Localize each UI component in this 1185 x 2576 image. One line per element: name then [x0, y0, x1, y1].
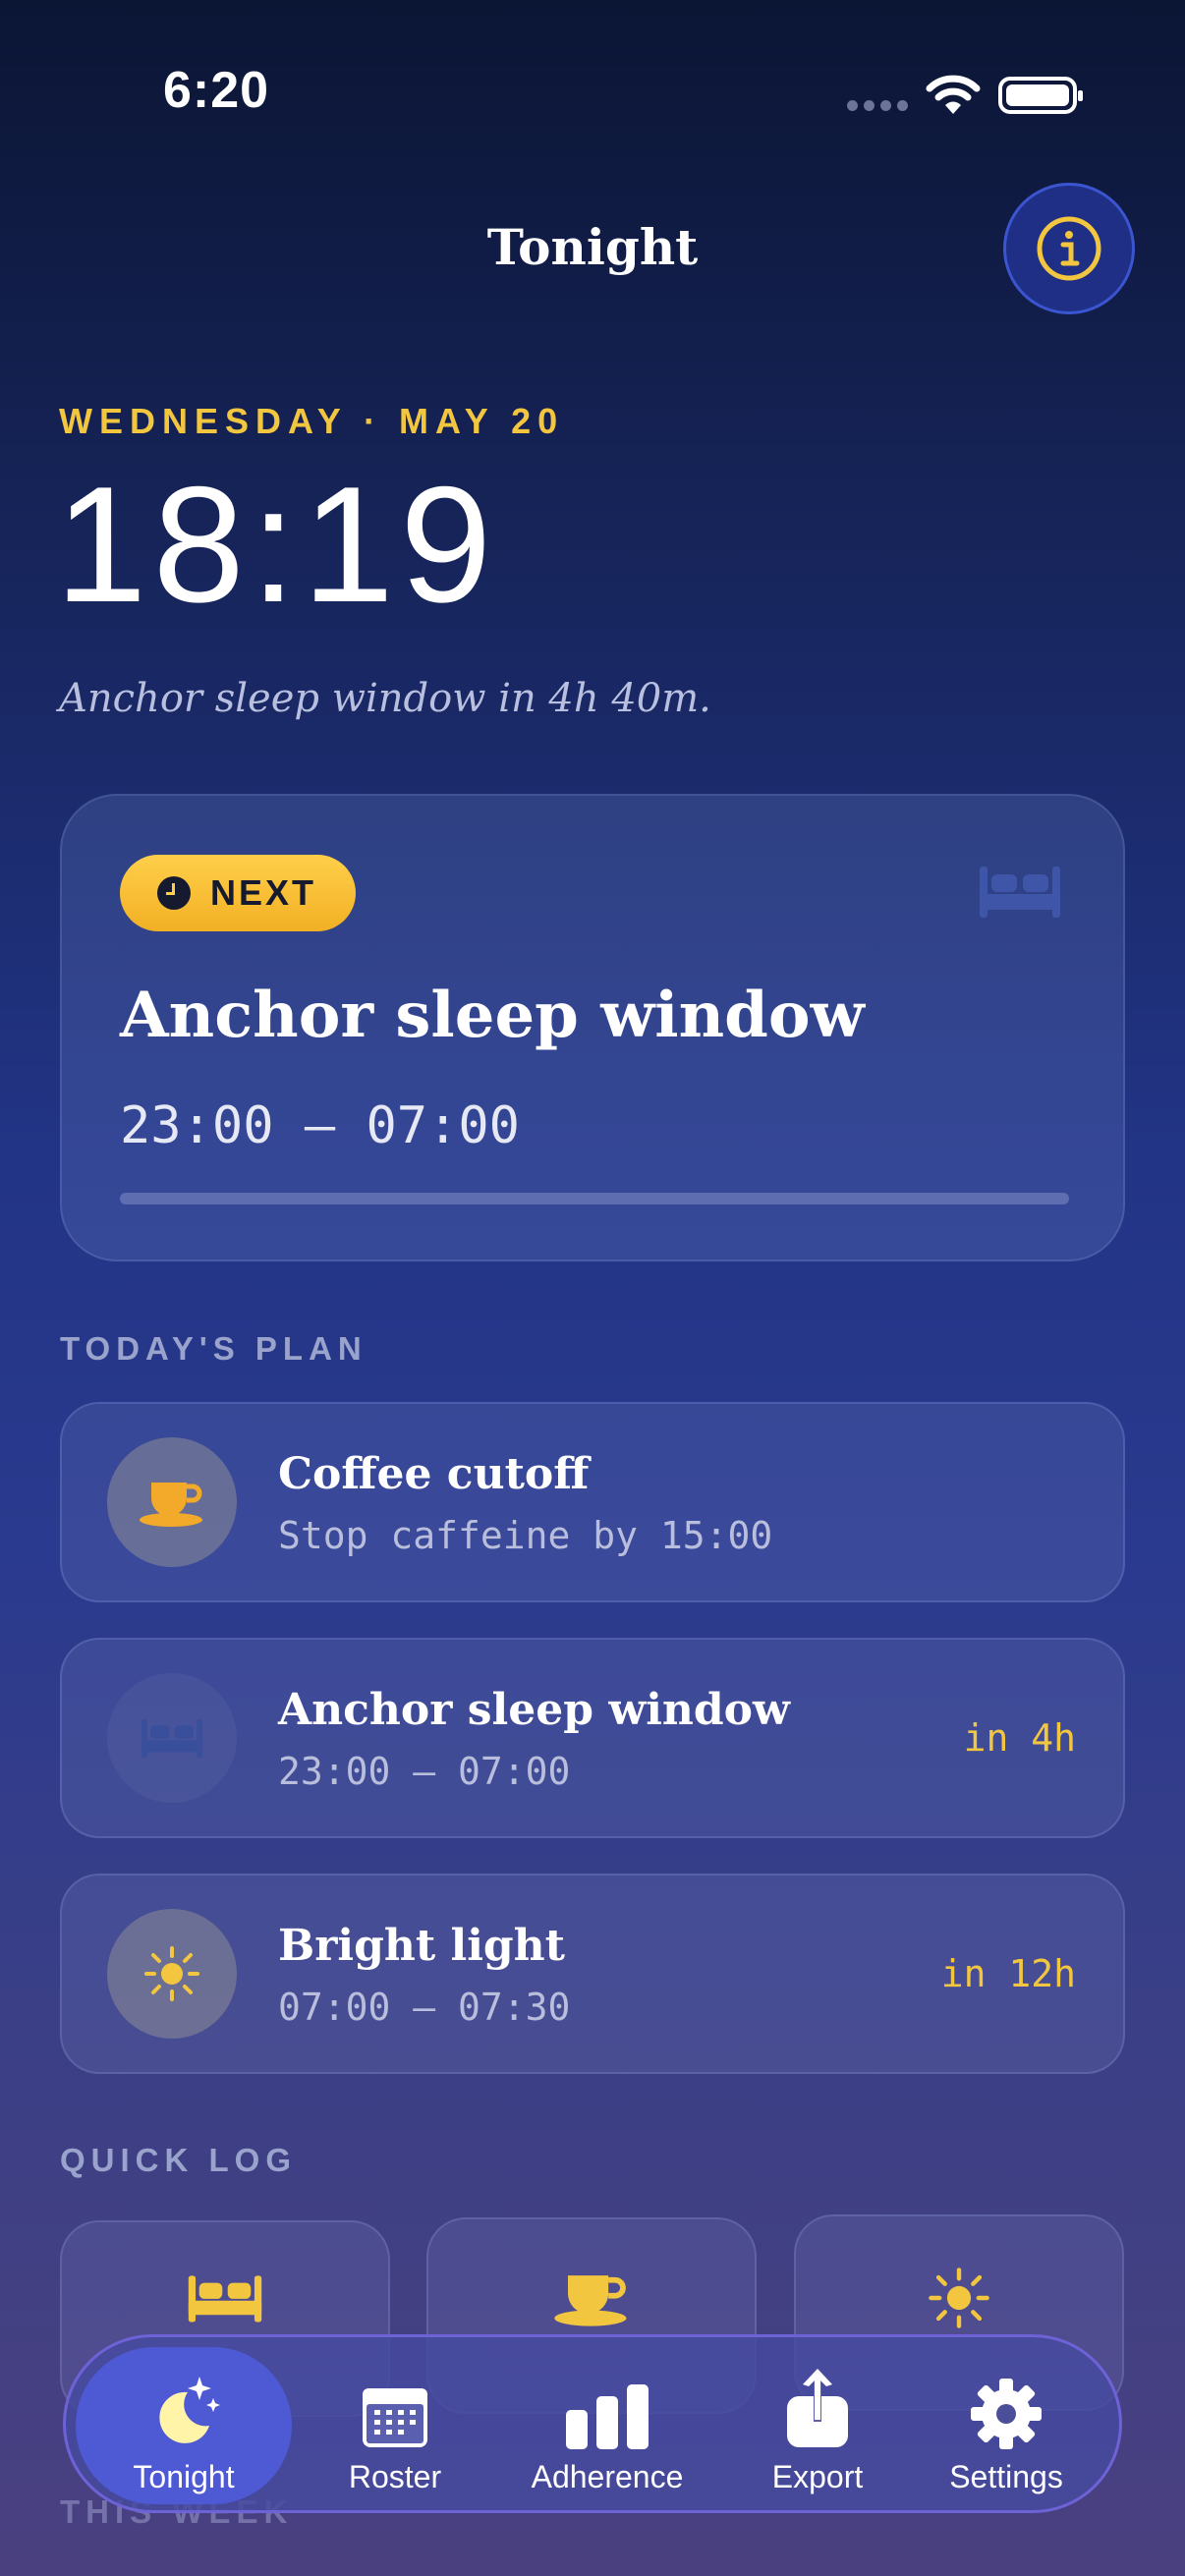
sun-icon	[796, 2266, 1122, 2330]
info-button[interactable]	[1003, 183, 1135, 314]
plan-item-title: Coffee cutoff	[278, 1449, 590, 1499]
tab-bar: Tonight Roster Adherence Export Settings	[63, 2334, 1122, 2513]
bed-icon	[107, 1673, 237, 1803]
section-label-todays-plan: TODAY'S PLAN	[60, 1330, 367, 1367]
clock-icon	[157, 876, 191, 910]
sun-icon	[107, 1909, 237, 2039]
plan-item-bright-light[interactable]: Bright light 07:00 — 07:30 in 12h	[60, 1874, 1125, 2074]
date-label: WEDNESDAY · MAY 20	[59, 401, 565, 441]
next-event-progress	[120, 1193, 1069, 1204]
tab-label: Export	[771, 2459, 864, 2494]
gear-icon	[971, 2365, 1042, 2449]
next-badge: NEXT	[120, 855, 356, 931]
coffee-icon	[107, 1437, 237, 1567]
share-icon	[785, 2365, 850, 2449]
plan-item-subtitle: 23:00 — 07:00	[278, 1750, 571, 1793]
bed-icon	[978, 863, 1062, 924]
bed-icon	[62, 2271, 388, 2324]
status-time: 6:20	[163, 62, 270, 119]
plan-item-eta: in 4h	[963, 1716, 1076, 1760]
tab-tonight[interactable]: Tonight	[76, 2347, 292, 2504]
plan-item-subtitle: Stop caffeine by 15:00	[278, 1514, 773, 1557]
plan-item-anchor-sleep[interactable]: Anchor sleep window 23:00 — 07:00 in 4h	[60, 1638, 1125, 1838]
plan-item-title: Anchor sleep window	[278, 1685, 790, 1735]
next-badge-label: NEXT	[210, 872, 317, 913]
calendar-icon	[361, 2365, 429, 2449]
wifi-icon	[926, 75, 981, 121]
tab-export[interactable]: Export	[754, 2347, 881, 2504]
tab-label: Settings	[949, 2459, 1063, 2494]
tab-settings[interactable]: Settings	[923, 2347, 1090, 2504]
tab-roster[interactable]: Roster	[331, 2347, 459, 2504]
plan-item-coffee-cutoff[interactable]: Coffee cutoff Stop caffeine by 15:00	[60, 1402, 1125, 1602]
next-event-card[interactable]: NEXT Anchor sleep window 23:00 — 07:00	[60, 794, 1125, 1261]
coffee-icon	[428, 2268, 755, 2327]
plan-item-title: Bright light	[278, 1921, 565, 1971]
plan-item-subtitle: 07:00 — 07:30	[278, 1986, 571, 2029]
countdown-text: Anchor sleep window in 4h 40m.	[59, 676, 711, 721]
current-clock: 18:19	[55, 452, 498, 637]
tab-label: Adherence	[531, 2459, 684, 2494]
cellular-signal-icon	[847, 100, 908, 111]
tab-label: Roster	[348, 2459, 442, 2494]
section-label-quick-log: QUICK LOG	[60, 2142, 297, 2178]
moon-stars-icon	[144, 2365, 223, 2449]
tab-adherence[interactable]: Adherence	[504, 2347, 710, 2504]
battery-icon	[998, 77, 1083, 114]
next-event-title: Anchor sleep window	[120, 979, 865, 1052]
next-event-time: 23:00 — 07:00	[120, 1096, 520, 1155]
info-icon	[1037, 216, 1101, 281]
bar-chart-icon	[564, 2365, 650, 2449]
tab-label: Tonight	[133, 2459, 235, 2494]
plan-item-eta: in 12h	[940, 1952, 1076, 1995]
